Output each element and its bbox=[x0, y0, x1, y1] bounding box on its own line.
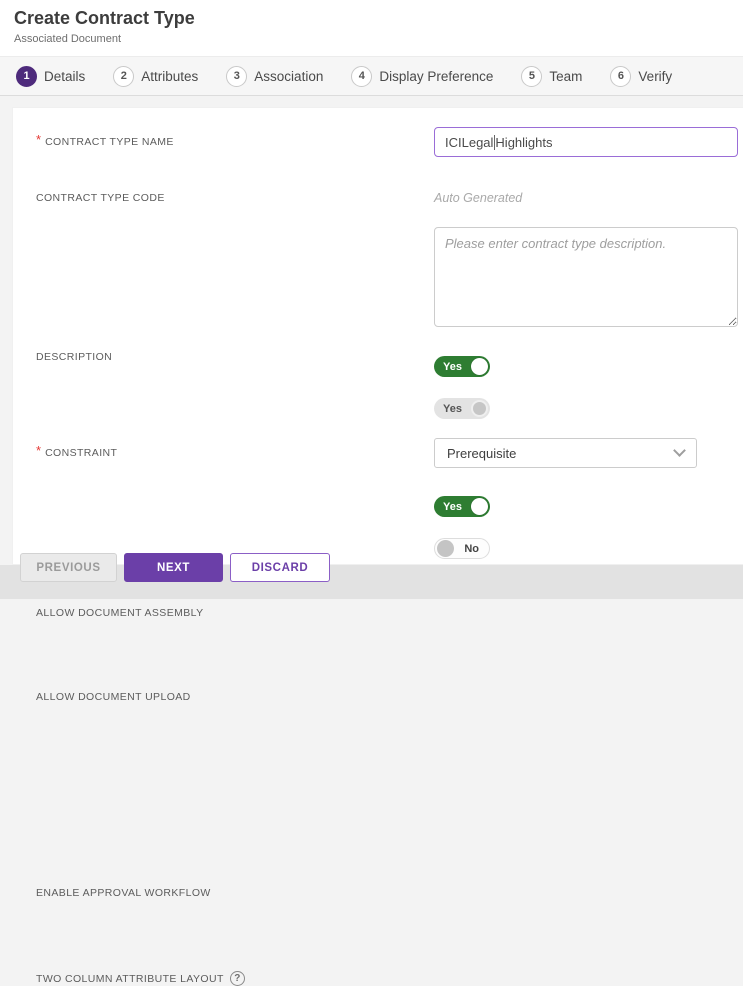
step-details[interactable]: 1 Details bbox=[16, 66, 85, 87]
allow-document-upload-label: ALLOW DOCUMENT UPLOAD bbox=[36, 691, 191, 703]
next-button[interactable]: NEXT bbox=[124, 553, 223, 582]
constraint-selected-value: Prerequisite bbox=[447, 446, 516, 461]
page-header: Create Contract Type Associated Document bbox=[0, 0, 743, 56]
contract-type-code-label: CONTRACT TYPE CODE bbox=[36, 192, 165, 204]
row-allow-document-assembly: ALLOW DOCUMENT ASSEMBLY Yes bbox=[13, 356, 732, 377]
row-contract-type-name: * CONTRACT TYPE NAME ICILegal Highlights bbox=[13, 127, 732, 157]
step-label: Association bbox=[254, 69, 323, 84]
contract-type-name-input[interactable]: ICILegal Highlights bbox=[434, 127, 738, 157]
discard-button[interactable]: DISCARD bbox=[230, 553, 330, 582]
row-enable-approval-workflow: ENABLE APPROVAL WORKFLOW Yes bbox=[13, 496, 732, 517]
breadcrumb: Associated Document bbox=[14, 33, 121, 45]
step-label: Team bbox=[549, 69, 582, 84]
allow-document-assembly-label: ALLOW DOCUMENT ASSEMBLY bbox=[36, 607, 204, 619]
input-text-after-caret: Highlights bbox=[495, 135, 552, 150]
step-number-badge: 4 bbox=[351, 66, 372, 87]
step-number-badge: 5 bbox=[521, 66, 542, 87]
step-display-preference[interactable]: 4 Display Preference bbox=[351, 66, 493, 87]
enable-approval-workflow-label: ENABLE APPROVAL WORKFLOW bbox=[36, 887, 211, 899]
footer-action-bar: PREVIOUS NEXT DISCARD bbox=[0, 565, 743, 599]
row-allow-document-upload: ALLOW DOCUMENT UPLOAD Yes bbox=[13, 398, 732, 419]
chevron-down-icon bbox=[673, 444, 686, 457]
step-team[interactable]: 5 Team bbox=[521, 66, 582, 87]
row-description: DESCRIPTION bbox=[13, 227, 732, 331]
toggle-state-text: Yes bbox=[443, 403, 462, 415]
contract-type-code-value: Auto Generated bbox=[434, 191, 522, 205]
step-label: Details bbox=[44, 69, 85, 84]
toggle-knob bbox=[471, 498, 488, 515]
step-number-badge: 3 bbox=[226, 66, 247, 87]
required-asterisk: * bbox=[36, 443, 41, 458]
step-attributes[interactable]: 2 Attributes bbox=[113, 66, 198, 87]
description-textarea[interactable] bbox=[434, 227, 738, 327]
details-form-card: * CONTRACT TYPE NAME ICILegal Highlights… bbox=[12, 107, 743, 565]
allow-document-assembly-toggle[interactable]: Yes bbox=[434, 356, 490, 377]
create-contract-type-page: Create Contract Type Associated Document… bbox=[0, 0, 743, 599]
step-number-badge: 6 bbox=[610, 66, 631, 87]
input-text-before-caret: ICILegal bbox=[445, 135, 493, 150]
step-label: Display Preference bbox=[379, 69, 493, 84]
two-column-attribute-layout-label: TWO COLUMN ATTRIBUTE LAYOUT bbox=[36, 973, 224, 985]
step-number-badge: 1 bbox=[16, 66, 37, 87]
toggle-knob bbox=[471, 400, 488, 417]
previous-button[interactable]: PREVIOUS bbox=[20, 553, 117, 582]
enable-approval-workflow-toggle[interactable]: Yes bbox=[434, 496, 490, 517]
toggle-state-text: Yes bbox=[443, 361, 462, 373]
wizard-stepper: 1 Details 2 Attributes 3 Association 4 D… bbox=[0, 56, 743, 96]
allow-document-upload-toggle[interactable]: Yes bbox=[434, 398, 490, 419]
step-verify[interactable]: 6 Verify bbox=[610, 66, 672, 87]
step-label: Attributes bbox=[141, 69, 198, 84]
toggle-knob bbox=[437, 540, 454, 557]
two-column-attribute-layout-toggle[interactable]: No bbox=[434, 538, 490, 559]
toggle-state-text: Yes bbox=[443, 501, 462, 513]
help-icon[interactable]: ? bbox=[230, 971, 245, 986]
row-constraint: * CONSTRAINT Prerequisite bbox=[13, 438, 732, 468]
page-title: Create Contract Type bbox=[14, 8, 195, 29]
required-asterisk: * bbox=[36, 132, 41, 147]
step-label: Verify bbox=[638, 69, 672, 84]
toggle-knob bbox=[471, 358, 488, 375]
contract-type-name-label: CONTRACT TYPE NAME bbox=[45, 136, 174, 148]
step-association[interactable]: 3 Association bbox=[226, 66, 323, 87]
step-number-badge: 2 bbox=[113, 66, 134, 87]
constraint-label: CONSTRAINT bbox=[45, 447, 117, 459]
row-two-column-attribute-layout: TWO COLUMN ATTRIBUTE LAYOUT ? No bbox=[13, 538, 732, 559]
constraint-select[interactable]: Prerequisite bbox=[434, 438, 697, 468]
toggle-state-text: No bbox=[464, 543, 479, 555]
row-contract-type-code: CONTRACT TYPE CODE Auto Generated bbox=[13, 189, 732, 207]
